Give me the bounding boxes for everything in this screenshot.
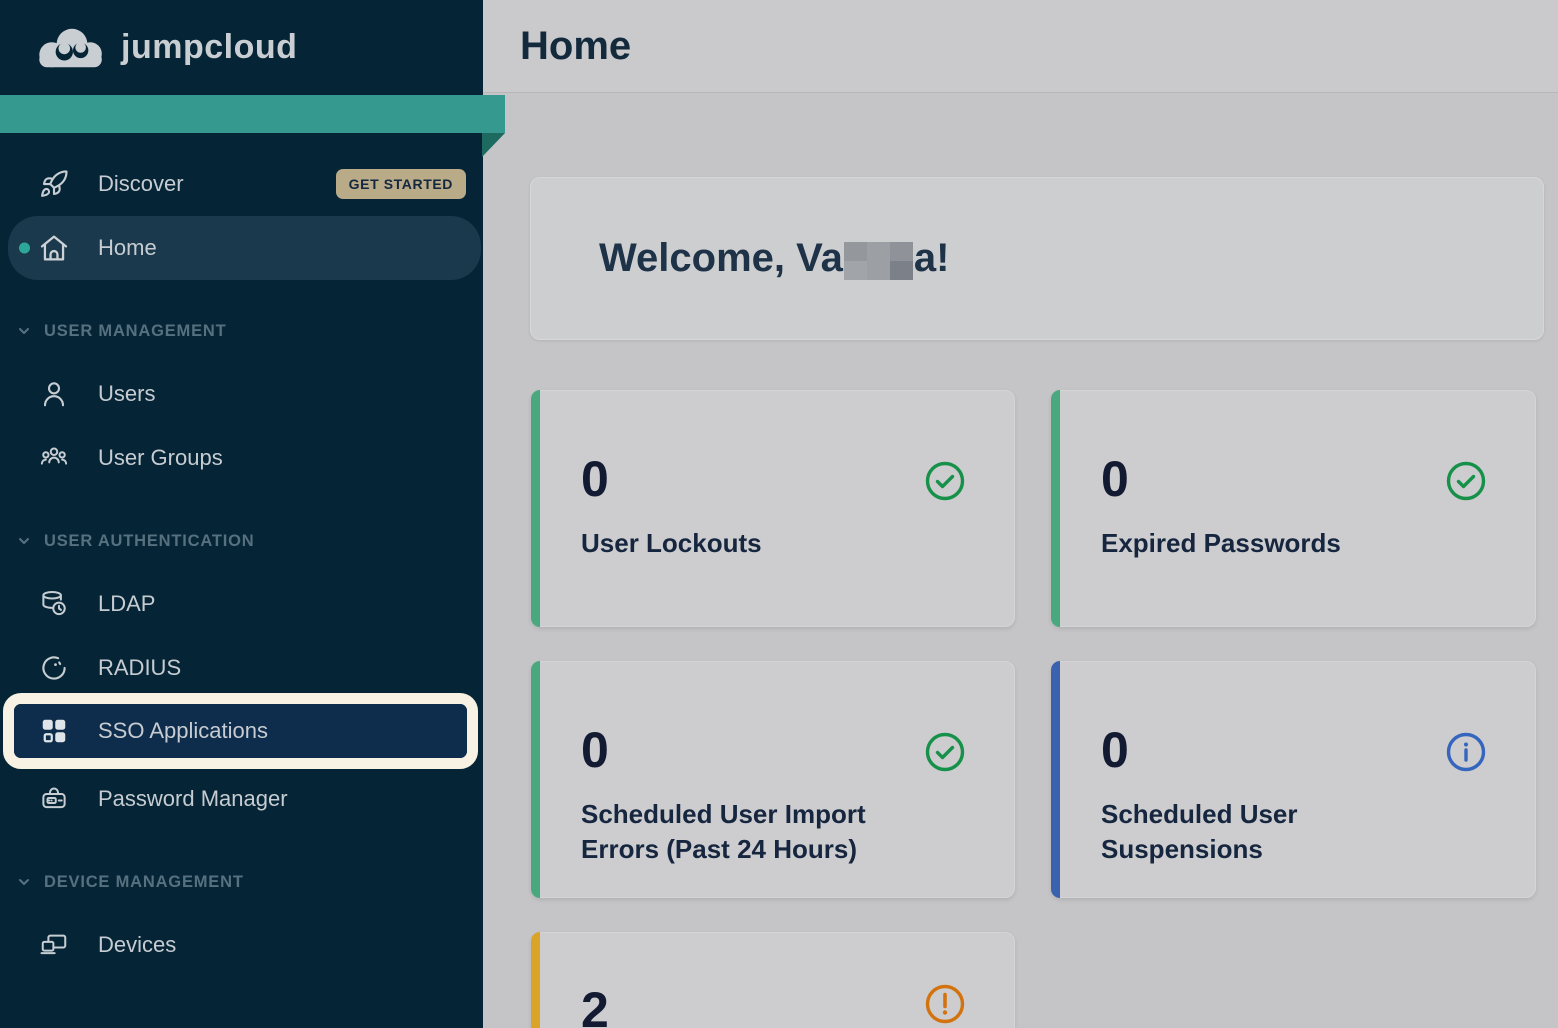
main-content: Home Welcome, Va a! 0 User Lockouts 0 Exp… bbox=[483, 0, 1558, 1028]
info-circle-icon[interactable] bbox=[1446, 732, 1486, 772]
check-circle-icon bbox=[1446, 461, 1486, 501]
teal-ribbon-fold bbox=[482, 133, 505, 157]
rocket-icon bbox=[38, 168, 70, 200]
sidebar-item-label: Users bbox=[98, 381, 155, 407]
sidebar: jumpcloud Discover GET STARTED bbox=[0, 0, 483, 1028]
sidebar-item-label: Password Manager bbox=[98, 786, 288, 812]
page-header: Home bbox=[483, 0, 1558, 93]
sidebar-item-label: LDAP bbox=[98, 591, 155, 617]
sidebar-item-users[interactable]: Users bbox=[0, 362, 483, 426]
section-user-management[interactable]: USER MANAGEMENT bbox=[0, 316, 483, 346]
card-scheduled-user-suspensions: 0 Scheduled User Suspensions bbox=[1051, 661, 1536, 898]
stat-cards-grid: 0 User Lockouts 0 Expired Passwords 0 Sc… bbox=[531, 390, 1558, 1028]
card-stripe bbox=[531, 932, 540, 1028]
radius-icon bbox=[38, 652, 70, 684]
page-title: Home bbox=[520, 24, 631, 69]
password-vault-icon bbox=[38, 783, 70, 815]
chevron-down-icon bbox=[16, 533, 32, 549]
sidebar-item-label: SSO Applications bbox=[98, 718, 268, 744]
stat-value: 0 bbox=[581, 454, 964, 504]
sidebar-item-sso-applications[interactable]: SSO Applications bbox=[14, 704, 467, 758]
sidebar-item-radius[interactable]: RADIUS bbox=[0, 636, 483, 700]
jumpcloud-cloud-icon bbox=[35, 23, 109, 73]
stat-label: User Lockouts bbox=[581, 526, 931, 561]
get-started-badge[interactable]: GET STARTED bbox=[336, 169, 466, 199]
card-scheduled-import-errors: 0 Scheduled User Import Errors (Past 24 … bbox=[531, 661, 1015, 898]
ldap-database-icon bbox=[38, 588, 70, 620]
card-stripe bbox=[531, 390, 540, 627]
jumpcloud-logo[interactable]: jumpcloud bbox=[0, 0, 483, 95]
sidebar-item-ldap[interactable]: LDAP bbox=[0, 572, 483, 636]
chevron-down-icon bbox=[16, 874, 32, 890]
user-group-icon bbox=[38, 442, 70, 474]
stat-value: 0 bbox=[1101, 454, 1485, 504]
sso-grid-icon bbox=[38, 715, 70, 747]
sidebar-item-label: User Groups bbox=[98, 445, 223, 471]
section-title-label: USER AUTHENTICATION bbox=[44, 532, 254, 551]
warning-circle-icon bbox=[925, 984, 965, 1024]
welcome-card: Welcome, Va a! bbox=[530, 177, 1544, 340]
sidebar-nav: Discover GET STARTED Home USER MANAGEMEN… bbox=[0, 95, 483, 977]
section-user-authentication[interactable]: USER AUTHENTICATION bbox=[0, 526, 483, 556]
stat-value: 0 bbox=[1101, 725, 1485, 775]
active-indicator-dot bbox=[19, 243, 30, 254]
sidebar-item-label: Devices bbox=[98, 932, 176, 958]
user-icon bbox=[38, 378, 70, 410]
welcome-message: Welcome, Va a! bbox=[599, 236, 949, 281]
home-icon bbox=[38, 232, 70, 264]
card-expired-passwords: 0 Expired Passwords bbox=[1051, 390, 1536, 627]
card-warning-partial: 2 bbox=[531, 932, 1015, 1028]
check-circle-icon bbox=[925, 461, 965, 501]
sidebar-item-label: Home bbox=[98, 235, 157, 261]
tutorial-highlight-ring: SSO Applications bbox=[3, 693, 478, 769]
card-stripe bbox=[531, 661, 540, 898]
section-title-label: USER MANAGEMENT bbox=[44, 322, 227, 341]
stat-label: Expired Passwords bbox=[1101, 526, 1451, 561]
logo-wordmark: jumpcloud bbox=[121, 28, 297, 67]
sidebar-item-devices[interactable]: Devices bbox=[0, 913, 483, 977]
stat-label: Scheduled User Suspensions bbox=[1101, 797, 1451, 867]
devices-icon bbox=[38, 929, 70, 961]
welcome-prefix: Welcome, Va bbox=[599, 236, 843, 281]
redacted-name-block bbox=[844, 242, 913, 280]
stat-value: 2 bbox=[581, 985, 964, 1028]
sidebar-item-label: Discover bbox=[98, 171, 184, 197]
card-stripe bbox=[1051, 661, 1060, 898]
chevron-down-icon bbox=[16, 323, 32, 339]
card-user-lockouts: 0 User Lockouts bbox=[531, 390, 1015, 627]
section-device-management[interactable]: DEVICE MANAGEMENT bbox=[0, 867, 483, 897]
stat-label: Scheduled User Import Errors (Past 24 Ho… bbox=[581, 797, 931, 867]
section-title-label: DEVICE MANAGEMENT bbox=[44, 873, 244, 892]
teal-ribbon bbox=[0, 95, 505, 133]
welcome-suffix: a! bbox=[914, 236, 950, 281]
sidebar-item-home[interactable]: Home bbox=[8, 216, 481, 280]
card-stripe bbox=[1051, 390, 1060, 627]
stat-value: 0 bbox=[581, 725, 964, 775]
sidebar-item-label: RADIUS bbox=[98, 655, 181, 681]
sidebar-item-password-manager[interactable]: Password Manager bbox=[0, 767, 483, 831]
sidebar-item-user-groups[interactable]: User Groups bbox=[0, 426, 483, 490]
sidebar-item-discover[interactable]: Discover GET STARTED bbox=[0, 152, 483, 216]
check-circle-icon bbox=[925, 732, 965, 772]
